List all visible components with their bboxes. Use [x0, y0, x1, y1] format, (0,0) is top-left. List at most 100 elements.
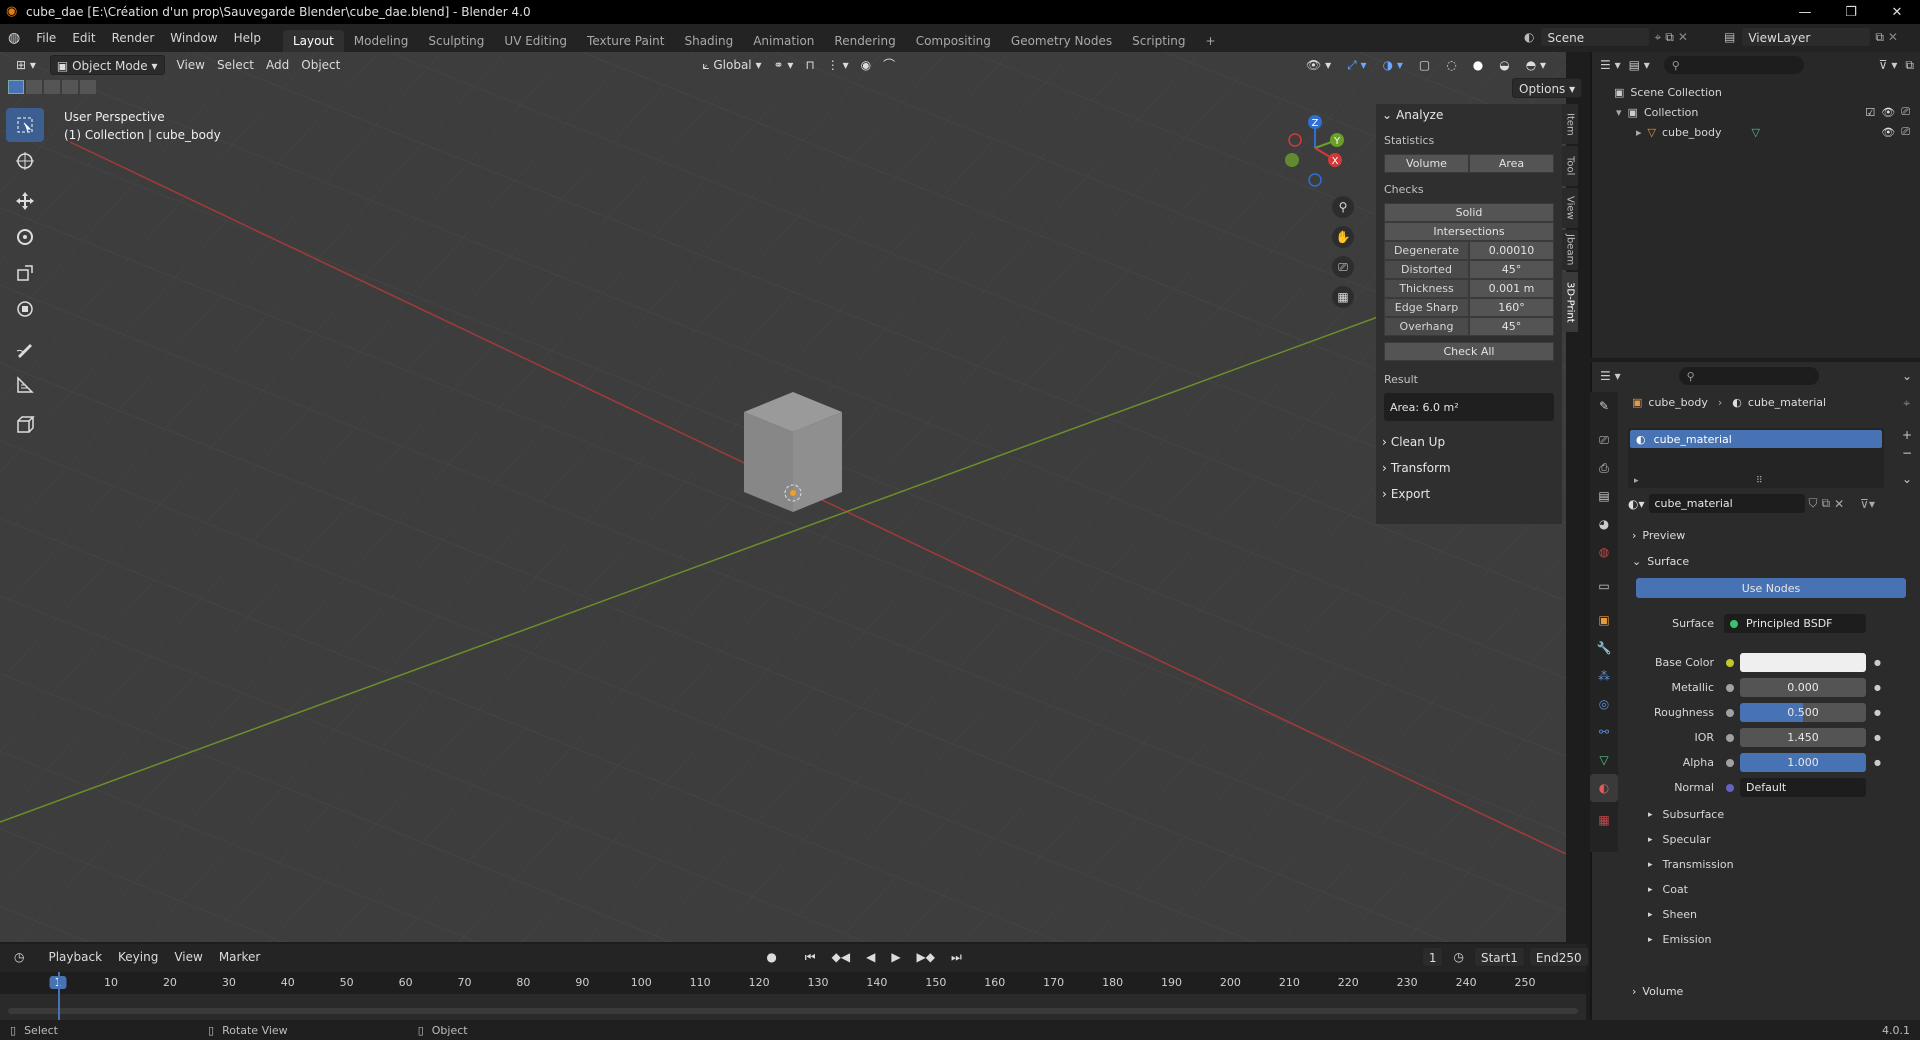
transform-orientation[interactable]: ⟀ Global ▾ [696, 55, 767, 75]
properties-editor-icon[interactable]: ☰ ▾ [1600, 369, 1621, 383]
measure-tool-icon[interactable] [6, 368, 44, 402]
pivot-icon[interactable]: ⚭ ▾ [767, 55, 799, 75]
use-nodes-button[interactable]: Use Nodes [1636, 578, 1906, 598]
menu-help[interactable]: Help [226, 27, 269, 49]
edge-sharp-value[interactable]: 160° [1469, 298, 1554, 317]
transform-header[interactable]: › Transform [1376, 457, 1562, 479]
select-box-tool-icon[interactable] [6, 108, 44, 142]
rendered-shading-icon[interactable]: ◓ ▾ [1520, 55, 1552, 75]
physics-icon[interactable]: ◎ [1590, 690, 1618, 718]
zoom-icon[interactable]: ⚲ [1332, 196, 1354, 218]
end-frame-field[interactable]: End 250 [1528, 947, 1589, 967]
node-tree-icon[interactable]: ⊽▾ [1860, 497, 1875, 511]
distorted-button[interactable]: Distorted [1384, 260, 1469, 279]
surface-shader-field[interactable]: Principled BSDF [1724, 614, 1866, 633]
thickness-value[interactable]: 0.001 m [1469, 279, 1554, 298]
check-all-button[interactable]: Check All [1384, 342, 1554, 361]
playback-menu[interactable]: Playback ▾ [42, 947, 108, 984]
tab-animation[interactable]: Animation [743, 30, 824, 52]
particles-icon[interactable]: ⁂ [1590, 662, 1618, 690]
texture-properties-icon[interactable]: ▦ [1590, 806, 1618, 834]
tab-shading[interactable]: Shading [674, 30, 743, 52]
select-menu[interactable]: Select [211, 55, 260, 75]
tab-uv-editing[interactable]: UV Editing [494, 30, 577, 52]
editor-type-icon[interactable]: ⊞ ▾ [10, 55, 42, 75]
thickness-button[interactable]: Thickness [1384, 279, 1469, 298]
jump-end-icon[interactable]: ⏭ [945, 947, 968, 967]
cursor-tool-icon[interactable] [6, 144, 44, 178]
mesh-data-icon[interactable]: ▽ [1751, 126, 1759, 139]
transform-tool-icon[interactable] [6, 292, 44, 326]
scene-collection-row[interactable]: ▣ Scene Collection [1592, 82, 1920, 102]
tab-layout[interactable]: Layout [282, 30, 344, 52]
next-keyframe-icon[interactable]: ▶◆ [911, 947, 941, 967]
blender-menu-icon[interactable]: ◍ [8, 30, 20, 46]
keyframe-dot-icon[interactable]: ● [1874, 758, 1881, 767]
annotate-tool-icon[interactable] [6, 332, 44, 366]
render-properties-icon[interactable]: ⎚ [1590, 426, 1618, 454]
render-camera-icon[interactable]: ⎚ [1901, 105, 1910, 119]
camera-icon[interactable]: ⎚ [1332, 256, 1354, 278]
keyframe-dot-icon[interactable]: ● [1874, 683, 1881, 692]
ior-field[interactable]: 1.450 [1740, 728, 1866, 747]
tab-rendering[interactable]: Rendering [824, 30, 905, 52]
prev-keyframe-icon[interactable]: ◆◀ [826, 947, 856, 967]
minimize-button[interactable]: — [1782, 0, 1828, 24]
timeline-editor-icon[interactable]: ◷ ▾ [8, 947, 30, 984]
menu-file[interactable]: File [28, 27, 64, 49]
new-collection-icon[interactable]: ⧉ [1905, 58, 1914, 73]
outliner-search-input[interactable]: ⚲ [1663, 56, 1804, 74]
edge-sharp-button[interactable]: Edge Sharp [1384, 298, 1469, 317]
keyframe-dot-icon[interactable]: ● [1874, 658, 1881, 667]
clock-icon[interactable]: ◷ [1447, 947, 1469, 967]
tab-jbeam[interactable]: Jbeam [1562, 230, 1578, 270]
add-slot-icon[interactable]: + [1902, 428, 1912, 442]
cube-body-row[interactable]: ▸ ▽ cube_body ▽ 👁 ⎚ [1592, 122, 1920, 142]
current-frame-field[interactable]: 1 [1421, 947, 1444, 967]
specular-section[interactable]: ▸ Specular [1628, 827, 1918, 852]
coat-section[interactable]: ▸ Coat [1628, 877, 1918, 902]
chevron-down-icon[interactable]: ⌄ [1902, 369, 1912, 383]
distorted-value[interactable]: 45° [1469, 260, 1554, 279]
play-icon[interactable]: ▶ [885, 947, 906, 967]
surface-panel-header[interactable]: ⌄ Surface [1632, 550, 1912, 572]
proportional-edit-icon[interactable]: ◉ [855, 55, 877, 75]
snap-target-icon[interactable]: ⋮ ▾ [821, 55, 855, 75]
select-subtract-icon[interactable] [44, 80, 60, 94]
select-extend-icon[interactable] [26, 80, 42, 94]
roughness-field[interactable]: 0.500 [1740, 703, 1866, 722]
object-menu[interactable]: Object [295, 55, 346, 75]
intersections-button[interactable]: Intersections [1384, 222, 1554, 241]
tab-geometry-nodes[interactable]: Geometry Nodes [1001, 30, 1122, 52]
jump-start-icon[interactable]: ⏮ [799, 947, 822, 967]
rotate-tool-icon[interactable] [6, 220, 44, 254]
pin-icon[interactable]: ⌖ [1903, 396, 1910, 411]
volume-button[interactable]: Volume [1384, 154, 1469, 173]
timeline-scrollbar[interactable] [8, 1008, 1578, 1014]
checkbox-icon[interactable]: ☑ [1865, 106, 1875, 119]
collection-row[interactable]: ▾ ▣ Collection ☑ 👁 ⎚ [1592, 102, 1920, 122]
constraints-icon[interactable]: ⚯ [1590, 718, 1618, 746]
material-slot-item[interactable]: ◐ cube_material [1630, 430, 1882, 448]
timeline-track[interactable] [0, 994, 1586, 1020]
export-header[interactable]: › Export [1376, 483, 1562, 505]
new-scene-icon[interactable]: ⧉ [1665, 30, 1674, 45]
keyframe-dot-icon[interactable]: ● [1874, 733, 1881, 742]
outliner-editor-icon[interactable]: ☰ ▾ [1600, 58, 1621, 72]
delete-scene-icon[interactable]: ✕ [1678, 30, 1688, 44]
resize-handle-icon[interactable]: ⠿ [1756, 476, 1763, 486]
overlay-toggle-icon[interactable]: ◑ ▾ [1377, 55, 1409, 75]
menu-render[interactable]: Render [104, 27, 163, 49]
slot-menu-icon[interactable]: ⌄ [1902, 472, 1912, 486]
duplicate-material-icon[interactable]: ⧉ [1822, 496, 1831, 511]
view-layer-icon[interactable]: ▤ [1590, 482, 1618, 510]
add-menu[interactable]: Add [260, 55, 295, 75]
move-tool-icon[interactable] [6, 184, 44, 218]
tab-scripting[interactable]: Scripting [1122, 30, 1195, 52]
delete-viewlayer-icon[interactable]: ✕ [1888, 30, 1898, 44]
subsurface-section[interactable]: ▸ Subsurface [1628, 802, 1918, 827]
view-menu[interactable]: View [171, 55, 211, 75]
overhang-button[interactable]: Overhang [1384, 317, 1469, 336]
overhang-value[interactable]: 45° [1469, 317, 1554, 336]
wireframe-shading-icon[interactable]: ◌ [1440, 55, 1462, 75]
